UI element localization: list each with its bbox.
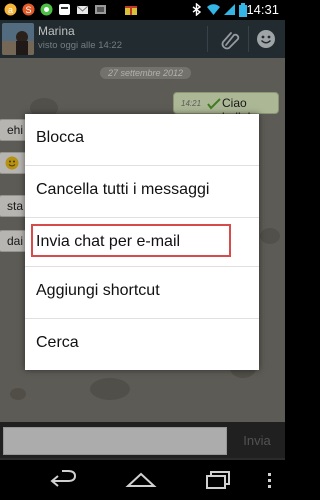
menu-icon[interactable] bbox=[263, 470, 277, 490]
svg-text:a: a bbox=[8, 5, 13, 15]
bluetooth-icon bbox=[190, 2, 203, 17]
menu-item-label: Blocca bbox=[36, 129, 85, 146]
svg-text:S: S bbox=[25, 5, 31, 15]
app-icon-3 bbox=[40, 3, 53, 16]
menu-item-label: Aggiungi shortcut bbox=[36, 282, 160, 299]
menu-item-label: Invia chat per e-mail bbox=[36, 233, 181, 250]
status-bar: a S 14:31 bbox=[0, 0, 285, 20]
app-icon-4 bbox=[58, 3, 71, 16]
mail-icon bbox=[76, 3, 89, 16]
back-icon[interactable] bbox=[48, 470, 80, 490]
menu-item-blocca[interactable]: Blocca bbox=[25, 114, 259, 165]
menu-item-label: Cancella tutti i messaggi bbox=[36, 181, 210, 198]
menu-item-invia-email[interactable]: Invia chat per e-mail bbox=[25, 218, 259, 269]
home-icon[interactable] bbox=[125, 470, 157, 490]
menu-item-cerca[interactable]: Cerca bbox=[25, 319, 259, 370]
menu-item-cancella-messaggi[interactable]: Cancella tutti i messaggi bbox=[25, 166, 259, 217]
menu-item-aggiungi-shortcut[interactable]: Aggiungi shortcut bbox=[25, 267, 259, 318]
signal-icon bbox=[223, 3, 236, 16]
clock: 14:31 bbox=[246, 2, 279, 17]
app-icon-5 bbox=[94, 3, 107, 16]
options-menu: Blocca Cancella tutti i messaggi Invia c… bbox=[25, 114, 259, 370]
navigation-bar bbox=[0, 460, 285, 500]
recents-icon[interactable] bbox=[203, 470, 235, 490]
wifi-icon bbox=[206, 3, 220, 16]
app-icon-1: a bbox=[4, 3, 17, 16]
app-icon-2: S bbox=[22, 3, 35, 16]
gift-icon bbox=[124, 3, 137, 16]
menu-item-label: Cerca bbox=[36, 334, 79, 351]
